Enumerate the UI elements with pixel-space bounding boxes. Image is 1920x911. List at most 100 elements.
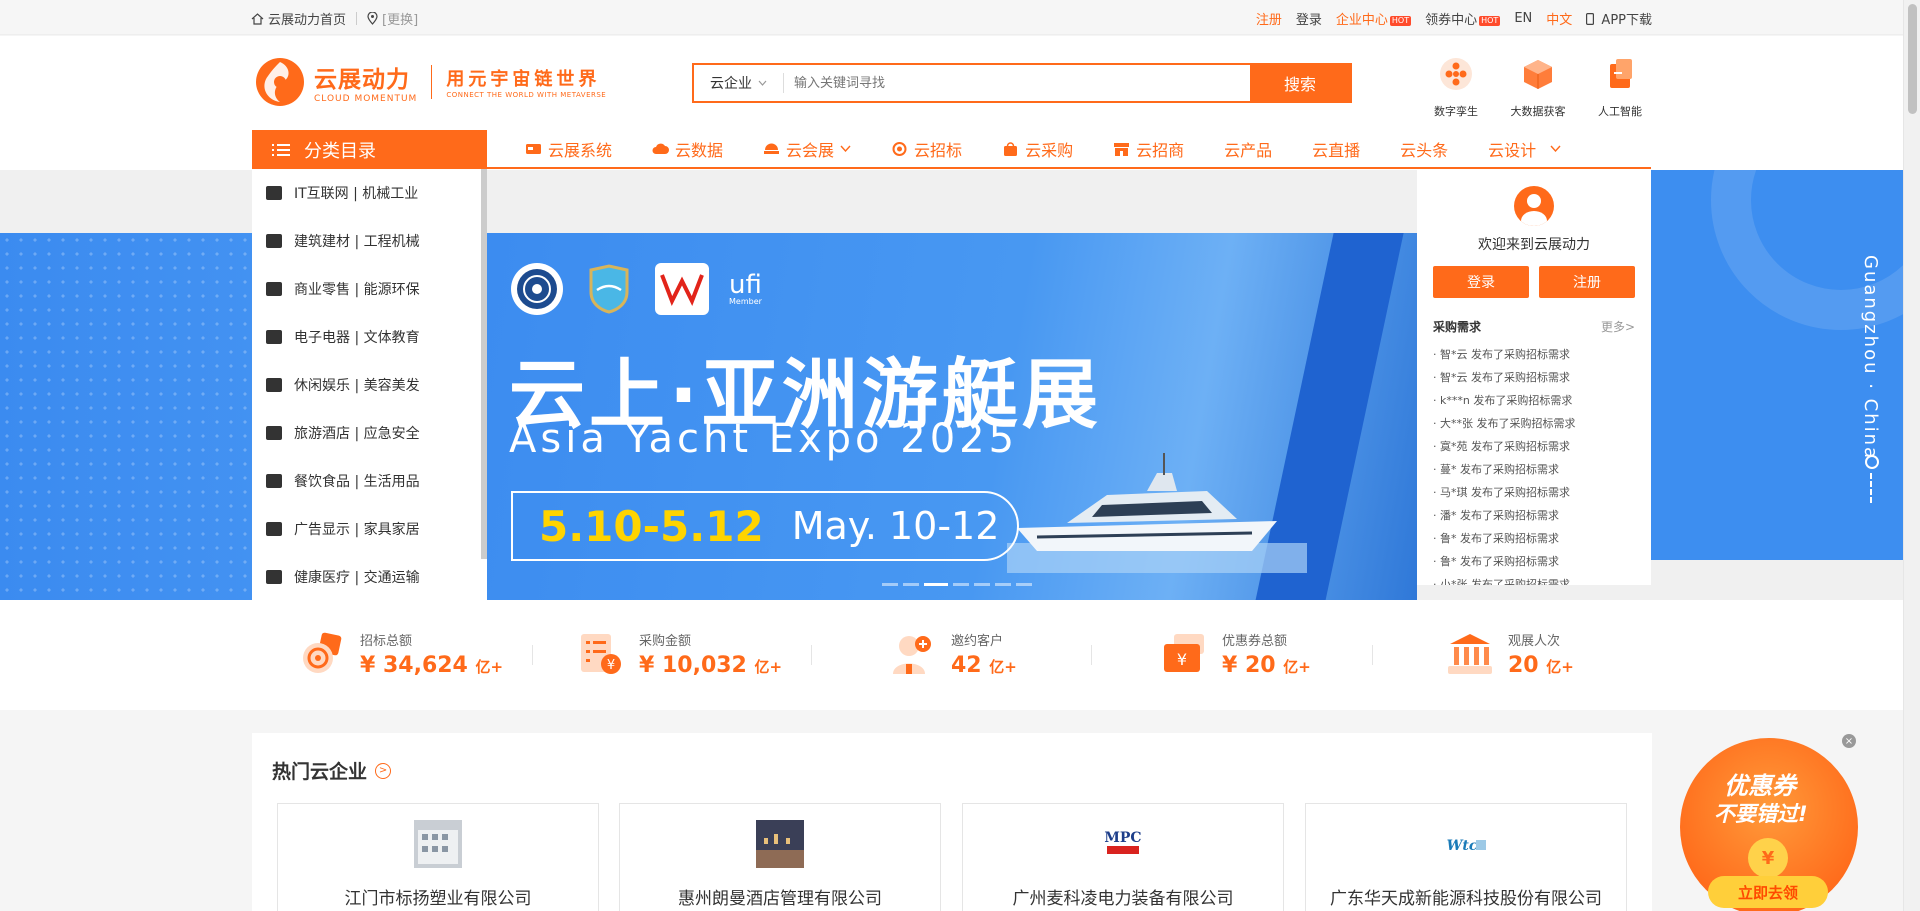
search-input[interactable] xyxy=(784,65,1250,101)
scrollbar-thumb[interactable] xyxy=(1908,4,1917,114)
category-menu-button[interactable]: 分类目录 xyxy=(252,130,487,169)
nav-item-label: 云招商 xyxy=(1136,140,1185,160)
purchase-need-item[interactable]: · 寞*苑 发布了采购招标需求 xyxy=(1433,435,1635,458)
main-nav: 云展系统 云数据 云会展 云招标 云采购 云招商 云产品 云直播 云头条 云设计 xyxy=(487,130,1651,169)
nav-item-cloud-data[interactable]: 云数据 xyxy=(652,137,723,161)
company-card[interactable]: MPC 广州麦科凌电力装备有限公司 xyxy=(962,803,1284,911)
purchase-need-item[interactable]: · 蔓* 发布了采购招标需求 xyxy=(1433,458,1635,481)
claim-coupon-button[interactable]: 立即去领 xyxy=(1708,876,1828,908)
wn-group-logo-icon xyxy=(655,263,709,315)
close-icon[interactable]: × xyxy=(1842,734,1856,748)
site-logo[interactable]: 云展动力 CLOUD MOMENTUM 用元宇宙链世界 CONNECT THE … xyxy=(254,56,606,108)
nav-item-products[interactable]: 云产品 xyxy=(1224,137,1272,161)
category-item[interactable]: 旅游酒店 | 应急安全 xyxy=(252,409,487,457)
coupon-center-link[interactable]: 领券中心 HOT xyxy=(1425,9,1501,28)
carousel-dot[interactable] xyxy=(924,583,948,586)
category-label: 广告显示 | 家具家居 xyxy=(294,522,420,538)
carousel-dot[interactable] xyxy=(1016,583,1032,586)
banner-date-box: 5.10-5.12 May. 10-12 xyxy=(511,491,1019,561)
panel-login-button[interactable]: 登录 xyxy=(1433,266,1529,298)
nav-item-purchase[interactable]: 云采购 xyxy=(1002,137,1073,161)
stat-coupon-total: ¥ 优惠券总额 ¥ 20 亿+ xyxy=(1158,628,1311,680)
page-scrollbar[interactable] xyxy=(1903,0,1920,911)
company-card[interactable]: Wtc 广东华天成新能源科技股份有限公司 xyxy=(1305,803,1627,911)
purchase-need-item[interactable]: · 马*琪 发布了采购招标需求 xyxy=(1433,481,1635,504)
category-icon xyxy=(266,474,282,488)
carousel-dot[interactable] xyxy=(882,583,898,586)
stat-label: 观展人次 xyxy=(1508,634,1561,649)
login-link[interactable]: 登录 xyxy=(1296,9,1322,28)
purchase-need-item[interactable]: · k***n 发布了采购招标需求 xyxy=(1433,389,1635,412)
location[interactable]: [更换] xyxy=(367,9,418,28)
purchase-need-item[interactable]: · 大**张 发布了采购招标需求 xyxy=(1433,412,1635,435)
carousel-dot[interactable] xyxy=(995,583,1011,586)
company-card[interactable]: 惠州朗曼酒店管理有限公司 xyxy=(619,803,941,911)
category-item[interactable]: 健康医疗 | 交通运输 xyxy=(252,553,487,601)
nav-item-cloud-exhibition[interactable]: 云会展 xyxy=(763,137,851,161)
purchase-need-item[interactable]: · 智*云 发布了采购招标需求 xyxy=(1433,343,1635,366)
nav-item-bidding[interactable]: 云招标 xyxy=(891,137,962,161)
hot-companies-section: 热门云企业 > 江门市标扬塑业有限公司 惠州朗曼酒店管理有限公司 MPC 广州麦科… xyxy=(252,733,1652,911)
location-switch[interactable]: [更换] xyxy=(382,9,418,28)
purchase-need-item[interactable]: · 鲁* 发布了采购招标需求 xyxy=(1433,550,1635,573)
carousel-dot[interactable] xyxy=(903,583,919,586)
panel-register-button[interactable]: 注册 xyxy=(1539,266,1635,298)
category-item[interactable]: 商业零售 | 能源环保 xyxy=(252,265,487,313)
carousel-indicators[interactable] xyxy=(882,583,1032,586)
purchase-need-item[interactable]: · 潘* 发布了采购招标需求 xyxy=(1433,504,1635,527)
purchase-need-item[interactable]: · 鲁* 发布了采购招标需求 xyxy=(1433,527,1635,550)
coin-icon: ¥ xyxy=(1748,838,1788,878)
coupon-subtitle: 不要错过! xyxy=(1714,802,1808,826)
category-item[interactable]: IT互联网 | 机械工业 xyxy=(252,169,487,217)
category-icon xyxy=(266,570,282,584)
search-bar: 云企业 搜索 xyxy=(692,63,1352,103)
category-item[interactable]: 餐饮食品 | 生活用品 xyxy=(252,457,487,505)
company-card[interactable]: 江门市标扬塑业有限公司 xyxy=(277,803,599,911)
carousel-dot[interactable] xyxy=(953,583,969,586)
stat-value: 20 xyxy=(1508,653,1539,678)
coupon-center-label: 领券中心 xyxy=(1425,13,1478,28)
quick-link-digital-twin[interactable]: 数字孪生 xyxy=(1426,54,1486,119)
category-item[interactable]: 休闲娱乐 | 美容美发 xyxy=(252,361,487,409)
stat-label: 优惠券总额 xyxy=(1222,634,1288,649)
category-item[interactable]: 电子电器 | 文体教育 xyxy=(252,313,487,361)
company-photo xyxy=(414,820,462,868)
category-label: 休闲娱乐 | 美容美发 xyxy=(294,378,420,394)
nav-item-headlines[interactable]: 云头条 xyxy=(1400,137,1448,161)
section-title[interactable]: 热门云企业 > xyxy=(272,757,392,784)
category-item[interactable]: 广告显示 | 家具家居 xyxy=(252,505,487,553)
purchase-need-item[interactable]: · 小*张 发布了采购招标需求 xyxy=(1433,573,1635,585)
nav-item-label: 云产品 xyxy=(1224,140,1273,160)
logo-cn: 云展动力 xyxy=(314,67,410,93)
category-scrollbar[interactable] xyxy=(481,169,487,559)
company-logo: Wtc xyxy=(1442,820,1490,868)
nav-item-live[interactable]: 云直播 xyxy=(1312,137,1360,161)
logo-en: CLOUD MOMENTUM xyxy=(314,94,418,104)
nav-item-exhibition-system[interactable]: 云展系统 xyxy=(525,137,612,161)
coupon-popup[interactable]: 优惠券 不要错过! ¥ 立即去领 × xyxy=(1680,734,1858,911)
app-download-link[interactable]: APP下载 xyxy=(1586,9,1652,28)
stat-purchase-amount: ¥ 采购金额 ¥ 10,032 亿+ xyxy=(575,628,782,680)
quick-link-big-data[interactable]: 大数据获客 xyxy=(1508,54,1568,119)
svg-text:¥: ¥ xyxy=(1177,650,1187,669)
purchase-need-item[interactable]: · 智*云 发布了采购招标需求 xyxy=(1433,366,1635,389)
search-button[interactable]: 搜索 xyxy=(1250,65,1350,101)
investment-icon xyxy=(1114,142,1130,156)
register-link[interactable]: 注册 xyxy=(1256,9,1282,28)
lang-en[interactable]: EN xyxy=(1514,11,1532,26)
enterprise-center-link[interactable]: 企业中心 HOT xyxy=(1336,9,1412,28)
category-icon xyxy=(266,426,282,440)
category-item[interactable]: 建筑建材 | 工程机械 xyxy=(252,217,487,265)
search-scope-select[interactable]: 云企业 xyxy=(694,73,784,93)
carousel-dot[interactable] xyxy=(974,583,990,586)
quick-link-ai[interactable]: 人工智能 xyxy=(1590,54,1650,119)
stat-unit: 亿+ xyxy=(1546,658,1574,676)
lang-cn[interactable]: 中文 xyxy=(1546,9,1572,28)
nav-item-investment[interactable]: 云招商 xyxy=(1113,137,1184,161)
more-link[interactable]: 更多> xyxy=(1601,318,1635,335)
big-data-icon xyxy=(1524,60,1552,89)
category-label: IT互联网 | 机械工业 xyxy=(294,186,419,202)
nav-item-design[interactable]: 云设计 xyxy=(1488,137,1561,161)
home-link[interactable]: 云展动力首页 xyxy=(251,9,346,28)
banner-carousel[interactable]: ufi Member 云上·亚洲游艇展 Asia Yacht Expo 2025… xyxy=(487,233,1417,600)
